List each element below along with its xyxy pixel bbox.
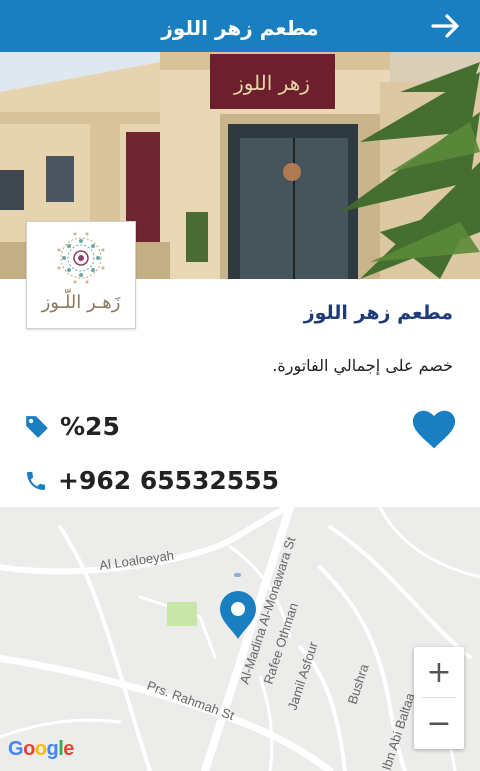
phone-icon xyxy=(27,471,45,490)
map-zoom-controls: + − xyxy=(414,647,464,749)
floral-emblem-icon xyxy=(57,232,105,284)
zoom-out-button[interactable]: − xyxy=(414,698,464,748)
top-app-bar: مطعم زهر اللوز xyxy=(0,0,480,52)
page-title: مطعم زهر اللوز xyxy=(161,16,319,40)
restaurant-name: مطعم زهر اللوز xyxy=(303,302,453,324)
arrow-right-icon xyxy=(431,14,459,38)
favorite-button[interactable] xyxy=(412,409,456,451)
logo-wordmark: زَهـر اللّـوز xyxy=(41,292,121,313)
offer-description: خصم على إجمالي الفاتورة. xyxy=(272,356,453,375)
phone-row[interactable]: +962 65532555 xyxy=(24,466,279,495)
phone-number: +962 65532555 xyxy=(58,466,279,495)
location-map[interactable]: Al Loaloeyah Al-Madina Al-Monawara St Ra… xyxy=(0,507,480,771)
svg-text:زهر اللوز: زهر اللوز xyxy=(233,71,310,95)
zoom-in-button[interactable]: + xyxy=(414,647,464,697)
discount-row: %25 xyxy=(24,412,120,441)
back-button[interactable] xyxy=(426,8,466,44)
tag-icon xyxy=(26,415,48,438)
heart-icon xyxy=(412,410,456,449)
google-attribution: Google xyxy=(8,738,74,760)
restaurant-logo: زَهـر اللّـوز xyxy=(26,221,136,329)
discount-value: %25 xyxy=(60,412,120,441)
